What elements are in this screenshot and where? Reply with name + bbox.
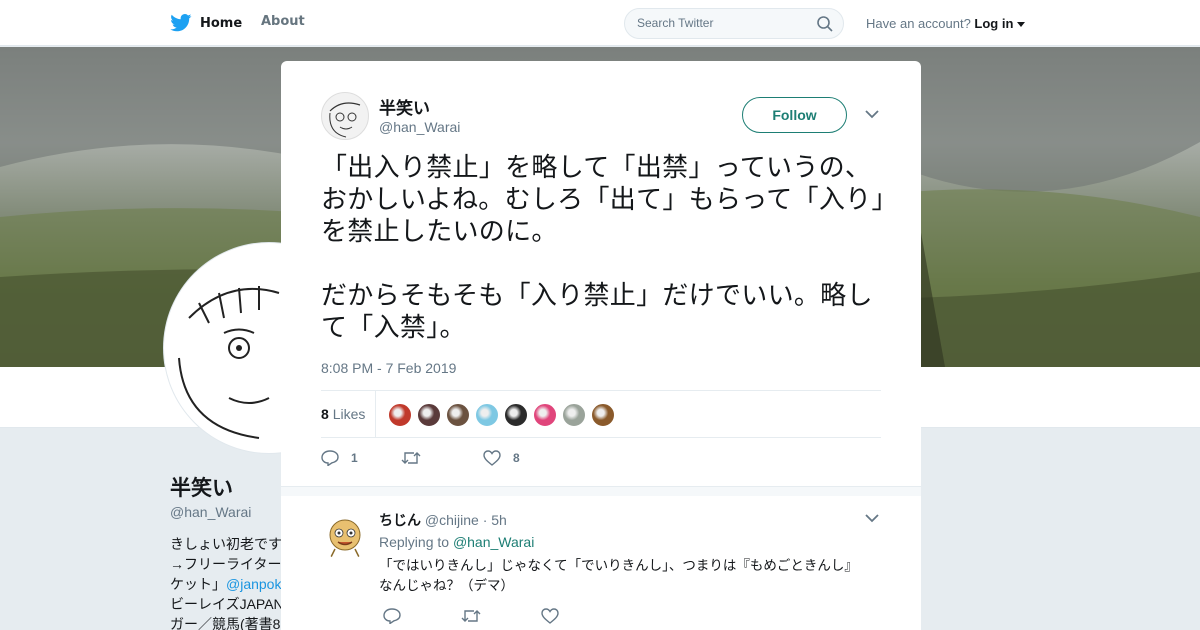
replies-divider (281, 486, 921, 496)
heart-icon[interactable] (541, 608, 559, 624)
top-nav: Home About Have an account? Log in (0, 0, 1200, 46)
dropdown-caret-icon (1017, 22, 1026, 27)
reply-icon (321, 450, 339, 466)
retweet-icon[interactable] (461, 608, 481, 624)
retweet-icon (401, 452, 421, 464)
home-label: Home (200, 15, 243, 31)
profile-bio: きしょい初老です →フリーライター ケット」@janpok ビーレイズJAPAN… (170, 534, 282, 630)
profile-sidebar: 半笑い @han_Warai きしょい初老です →フリーライター ケット」@ja… (170, 472, 290, 630)
about-link[interactable]: About (261, 14, 305, 29)
liker-avatar[interactable] (504, 403, 528, 427)
tweet-actions: 1 8 (321, 450, 621, 470)
like-count: 8 (513, 451, 520, 465)
profile-name: 半笑い (170, 477, 233, 500)
reply-age[interactable]: · 5h (483, 512, 507, 528)
reply-header: ちじん @chijine · 5h (379, 510, 507, 530)
likes-number: 8 (321, 406, 329, 422)
like-action[interactable]: 8 (483, 450, 520, 466)
tweet-timestamp[interactable]: 8:08 PM - 7 Feb 2019 (321, 360, 456, 376)
reply-action[interactable]: 1 (321, 450, 358, 466)
stats-divider (375, 391, 376, 437)
reply-text: 「ではいりきんし」じゃなくて「でいりきんし」、つまりは『もめごときんし』なんじゃ… (379, 558, 858, 594)
liker-avatar[interactable] (562, 403, 586, 427)
search-input[interactable] (637, 16, 807, 30)
replying-to: Replying to @han_Warai (379, 534, 534, 550)
liker-avatar[interactable] (417, 403, 441, 427)
tweet-text: 「出入り禁止」を略して「出禁」っていうの、おかしいよね。むしろ「出て」もらって「… (321, 153, 885, 343)
liker-avatar[interactable] (533, 403, 557, 427)
bio-line: ビーレイズJAPAN (170, 596, 282, 612)
tweet-author-name[interactable]: 半笑い (379, 94, 430, 119)
bio-line: →フリーライター (170, 556, 282, 572)
twitter-bird-icon (170, 14, 192, 32)
bio-line: ガー／競馬(著書8 (170, 616, 281, 630)
profile-handle: @han_Warai (170, 504, 252, 520)
login-link[interactable]: Log in (974, 16, 1013, 31)
login-prompt[interactable]: Have an account? Log in (866, 16, 1026, 31)
bio-line-text: ケット」 (170, 576, 226, 592)
close-icon[interactable] (1155, 13, 1177, 35)
heart-icon (483, 450, 501, 466)
reply-author-handle[interactable]: @chijine (425, 512, 479, 528)
bio-link[interactable]: @janpok (226, 576, 281, 592)
liker-avatar[interactable] (446, 403, 470, 427)
likes-count[interactable]: 8 Likes (321, 406, 365, 422)
author-sketch-image (329, 102, 361, 138)
likes-label: Likes (332, 406, 366, 422)
liker-avatars (388, 403, 615, 427)
liker-avatar[interactable] (475, 403, 499, 427)
reply-icon[interactable] (383, 608, 401, 624)
home-link[interactable]: Home (170, 12, 242, 34)
reply-actions (379, 608, 579, 626)
follow-button[interactable]: Follow (742, 97, 847, 133)
retweet-action[interactable] (401, 450, 433, 466)
replying-to-handle[interactable]: @han_Warai (453, 534, 534, 550)
chevron-down-icon[interactable] (865, 513, 879, 523)
tweet-author-handle[interactable]: @han_Warai (379, 119, 460, 135)
account-prompt: Have an account? (866, 16, 971, 31)
search-icon[interactable] (817, 16, 833, 32)
reply-author-name[interactable]: ちじん (379, 513, 421, 529)
tweet-stats: 8 Likes (321, 390, 881, 438)
liker-avatar[interactable] (388, 403, 412, 427)
tweet-modal: 半笑い @han_Warai Follow 「出入り禁止」を略して「出禁」ってい… (281, 61, 921, 630)
tweet-author-avatar[interactable] (321, 92, 369, 140)
liker-avatar[interactable] (591, 403, 615, 427)
reply-count: 1 (351, 451, 358, 465)
reply-author-avatar[interactable] (321, 513, 369, 561)
bio-line: きしょい初老です (170, 536, 282, 552)
chevron-down-icon[interactable] (865, 109, 879, 119)
search-box[interactable] (624, 8, 844, 39)
bio-line: ケット」@janpok (170, 574, 282, 594)
reply-avatar-image (329, 519, 361, 558)
replying-to-label: Replying to (379, 534, 450, 550)
